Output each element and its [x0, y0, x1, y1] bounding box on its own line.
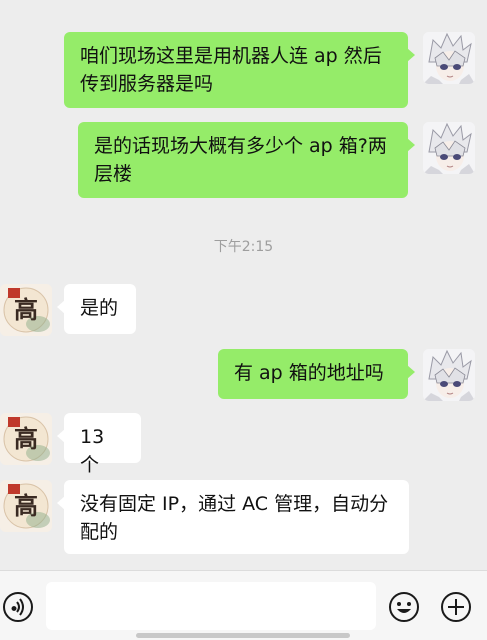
- voice-icon: [3, 592, 33, 622]
- my-avatar[interactable]: [423, 349, 475, 401]
- seal-avatar-icon: 高: [0, 284, 52, 336]
- timestamp: 下午2:15: [213, 239, 274, 255]
- seal-avatar-icon: 高: [0, 413, 52, 465]
- my-avatar[interactable]: [423, 122, 475, 174]
- message-bubble-incoming[interactable]: 没有固定 IP，通过 AC 管理，自动分配的: [57, 480, 409, 554]
- anime-avatar-icon: [423, 349, 475, 401]
- message-bubble-outgoing[interactable]: 是的话现场大概有多少个 ap 箱?两层楼: [78, 122, 415, 198]
- seal-avatar-icon: 高: [0, 480, 52, 532]
- message-bubble-outgoing[interactable]: 咱们现场这里是用机器人连 ap 然后传到服务器是吗: [64, 32, 415, 108]
- avatar-seal-char: 高: [14, 424, 38, 453]
- contact-avatar[interactable]: 高: [0, 413, 52, 465]
- plus-icon: [441, 592, 471, 622]
- message-bubble-outgoing[interactable]: 有 ap 箱的地址吗: [218, 349, 415, 399]
- input-bar: [0, 570, 487, 640]
- contact-avatar[interactable]: 高: [0, 284, 52, 336]
- my-avatar[interactable]: [423, 32, 475, 84]
- home-indicator: [136, 633, 350, 638]
- emoji-icon: [389, 592, 419, 622]
- emoji-button[interactable]: [388, 591, 420, 623]
- anime-avatar-icon: [423, 32, 475, 84]
- avatar-seal-char: 高: [14, 491, 38, 520]
- anime-avatar-icon: [423, 122, 475, 174]
- chat-area[interactable]: 咱们现场这里是用机器人连 ap 然后传到服务器是吗 是的话现场大概有多少个 ap…: [0, 0, 487, 570]
- message-input[interactable]: [46, 582, 376, 630]
- more-button[interactable]: [440, 591, 472, 623]
- contact-avatar[interactable]: 高: [0, 480, 52, 532]
- message-bubble-incoming[interactable]: 13 个: [57, 413, 141, 476]
- voice-button[interactable]: [2, 591, 34, 623]
- avatar-seal-char: 高: [14, 295, 38, 324]
- message-bubble-incoming[interactable]: 是的: [57, 284, 136, 334]
